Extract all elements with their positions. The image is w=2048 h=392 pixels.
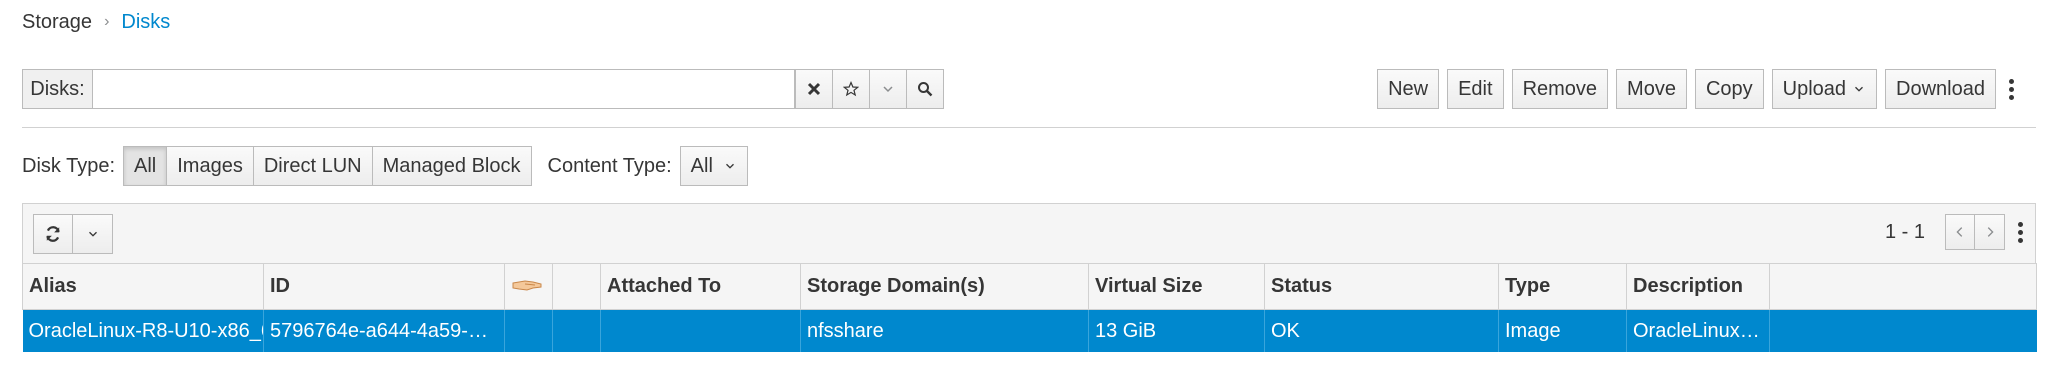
cell-virtual-size: 13 GiB xyxy=(1088,309,1265,352)
copy-button[interactable]: Copy xyxy=(1694,69,1764,109)
refresh-options-button[interactable] xyxy=(73,214,113,254)
download-button[interactable]: Download xyxy=(1885,69,1996,109)
prev-page-button[interactable] xyxy=(1945,214,1975,250)
disk-type-filter: All Images Direct LUN Managed Block xyxy=(123,146,532,186)
breadcrumb: Storage › Disks xyxy=(22,8,170,36)
cell-attached-to xyxy=(600,309,801,352)
column-header-virtual-size[interactable]: Virtual Size xyxy=(1088,263,1265,310)
search-label: Disks: xyxy=(22,69,93,109)
column-header-filler xyxy=(1769,263,2037,310)
upload-button[interactable]: Upload xyxy=(1771,69,1878,109)
cell-id: 5796764e-a644-4a59-b… xyxy=(263,309,505,352)
column-header-status[interactable]: Status xyxy=(1264,263,1499,310)
refresh-group xyxy=(33,214,113,254)
cell-status: OK xyxy=(1264,309,1499,352)
breadcrumb-storage[interactable]: Storage xyxy=(22,11,92,34)
column-header-alias[interactable]: Alias xyxy=(22,263,264,310)
chevron-down-icon xyxy=(725,163,734,169)
disk-type-images[interactable]: Images xyxy=(167,146,254,186)
column-header-id[interactable]: ID xyxy=(263,263,505,310)
cell-alias: OracleLinux-R8-U10-x86_64 xyxy=(22,309,264,352)
chevron-down-icon xyxy=(883,86,893,93)
disk-type-label: Disk Type: xyxy=(22,154,115,177)
remove-button[interactable]: Remove xyxy=(1511,69,1609,109)
column-header-description[interactable]: Description xyxy=(1626,263,1770,310)
edit-button[interactable]: Edit xyxy=(1447,69,1504,109)
filter-row: Disk Type: All Images Direct LUN Managed… xyxy=(22,146,748,186)
chevron-down-icon xyxy=(88,231,97,237)
bookmarks-dropdown-button[interactable] xyxy=(869,69,907,109)
table-row[interactable]: OracleLinux-R8-U10-x86_64 5796764e-a644-… xyxy=(22,309,2037,352)
chevron-left-icon xyxy=(1956,227,1963,237)
cell-filler xyxy=(1769,309,2037,352)
star-icon xyxy=(843,80,859,97)
column-header-icon[interactable] xyxy=(552,263,601,310)
cell-shareable xyxy=(504,309,553,352)
pager: 1 - 1 xyxy=(1885,214,2027,250)
column-header-shareable[interactable] xyxy=(504,263,553,310)
kebab-icon[interactable] xyxy=(2013,214,2027,250)
content-type-label: Content Type: xyxy=(547,154,672,177)
search-icon xyxy=(918,82,933,97)
column-header-type[interactable]: Type xyxy=(1498,263,1627,310)
shareable-hand-icon xyxy=(512,280,542,291)
search-button[interactable] xyxy=(906,69,944,109)
cell-storage-domain: nfsshare xyxy=(800,309,1089,352)
column-header-storage-domains[interactable]: Storage Domain(s) xyxy=(800,263,1089,310)
next-page-button[interactable] xyxy=(1975,214,2005,250)
refresh-button[interactable] xyxy=(33,214,73,254)
search-input[interactable] xyxy=(93,69,795,109)
table-toolbar: 1 - 1 xyxy=(22,203,2036,263)
disk-type-direct-lun[interactable]: Direct LUN xyxy=(253,146,373,186)
pager-range: 1 - 1 xyxy=(1884,220,1925,243)
content-type-select[interactable]: All xyxy=(679,146,748,186)
disks-table: Alias ID Attached To Storage Domain(s) V… xyxy=(22,263,2037,352)
content-type-value: All xyxy=(690,154,713,177)
column-header-attached-to[interactable]: Attached To xyxy=(600,263,801,310)
cell-type: Image xyxy=(1498,309,1627,352)
action-toolbar: New Edit Remove Move Copy Upload Downloa… xyxy=(1377,69,2018,109)
upload-label: Upload xyxy=(1782,77,1847,100)
chevron-right-icon: › xyxy=(104,13,110,30)
clear-search-button[interactable] xyxy=(795,69,833,109)
chevron-right-icon xyxy=(1987,227,1994,237)
move-button[interactable]: Move xyxy=(1616,69,1687,109)
times-icon xyxy=(807,82,821,96)
cell-icon xyxy=(552,309,601,352)
disk-type-all[interactable]: All xyxy=(123,146,168,186)
chevron-down-icon xyxy=(1855,86,1864,92)
table-header-row: Alias ID Attached To Storage Domain(s) V… xyxy=(22,263,2037,310)
refresh-icon xyxy=(46,226,60,242)
kebab-icon[interactable] xyxy=(2004,69,2018,109)
breadcrumb-disks[interactable]: Disks xyxy=(121,11,170,34)
cell-description: OracleLinux-… xyxy=(1626,309,1770,352)
divider xyxy=(22,127,2036,128)
new-button[interactable]: New xyxy=(1377,69,1440,109)
bookmark-button[interactable] xyxy=(832,69,870,109)
disk-type-managed-block[interactable]: Managed Block xyxy=(372,146,532,186)
